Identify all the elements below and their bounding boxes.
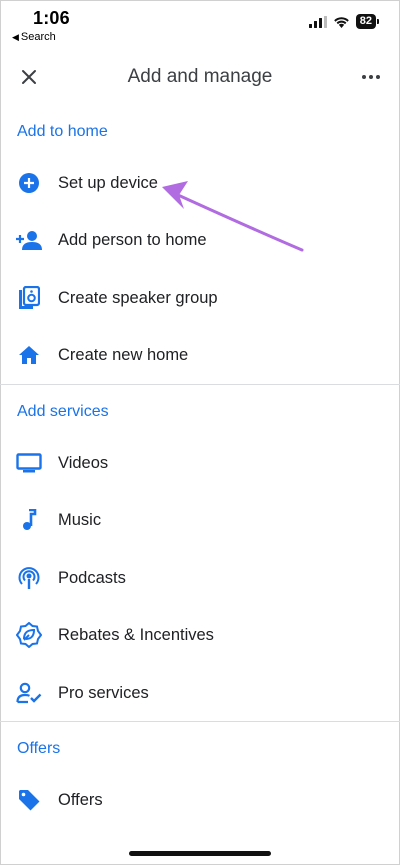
- podcast-icon: [16, 565, 42, 591]
- section-divider: [0, 384, 400, 385]
- battery-indicator: 82: [355, 14, 380, 29]
- menu-item-rebates-incentives[interactable]: Rebates & Incentives: [0, 611, 400, 659]
- menu-item-music[interactable]: Music: [0, 496, 400, 544]
- menu-item-label: Podcasts: [58, 568, 126, 587]
- status-time: 1:06: [33, 8, 70, 28]
- eco-badge-icon: [16, 622, 42, 648]
- app-bar: Add and manage: [0, 52, 400, 102]
- person-add-icon: [16, 227, 42, 253]
- menu-item-label: Videos: [58, 453, 109, 472]
- tv-icon: [16, 450, 42, 476]
- section-header-add-to-home: Add to home: [17, 123, 108, 140]
- menu-item-podcasts[interactable]: Podcasts: [0, 554, 400, 602]
- add-circle-icon: [16, 170, 42, 196]
- section-header-add-services: Add services: [17, 403, 109, 420]
- menu-item-label: Music: [58, 510, 102, 529]
- speaker-icon: [16, 285, 42, 311]
- back-to-search-label: Search: [20, 31, 56, 43]
- status-icons: 82: [308, 14, 380, 29]
- menu-item-label: Create new home: [58, 345, 189, 364]
- person-check-icon: [16, 680, 42, 706]
- more-horizontal-icon: [362, 75, 380, 79]
- menu-item-set-up-device[interactable]: Set up device: [0, 159, 400, 207]
- music-note-icon: [16, 507, 42, 533]
- cellular-signal-icon: [308, 15, 327, 28]
- menu-item-offers[interactable]: Offers: [0, 776, 400, 824]
- back-to-search-link[interactable]: ◀ Search: [12, 31, 56, 43]
- menu-item-label: Pro services: [58, 683, 149, 702]
- menu-item-label: Set up device: [58, 173, 158, 192]
- menu-item-label: Rebates & Incentives: [58, 625, 214, 644]
- menu-item-pro-services[interactable]: Pro services: [0, 669, 400, 717]
- tag-icon: [16, 787, 42, 813]
- menu-item-label: Add person to home: [58, 230, 207, 249]
- status-bar: 1:06 ◀ Search 82: [0, 0, 400, 50]
- menu-item-label: Offers: [58, 790, 103, 809]
- menu-item-videos[interactable]: Videos: [0, 439, 400, 487]
- page-title: Add and manage: [127, 66, 273, 87]
- section-divider: [0, 721, 400, 722]
- home-icon: [16, 342, 42, 368]
- menu-item-create-new-home[interactable]: Create new home: [0, 331, 400, 379]
- menu-item-label: Create speaker group: [58, 288, 218, 307]
- home-indicator[interactable]: [129, 851, 271, 856]
- menu-item-create-speaker-group[interactable]: Create speaker group: [0, 274, 400, 322]
- more-options-button[interactable]: [356, 62, 386, 92]
- back-triangle-icon: ◀: [12, 32, 19, 42]
- wifi-icon: [333, 16, 349, 28]
- menu-item-add-person[interactable]: Add person to home: [0, 216, 400, 264]
- section-header-offers: Offers: [17, 740, 61, 757]
